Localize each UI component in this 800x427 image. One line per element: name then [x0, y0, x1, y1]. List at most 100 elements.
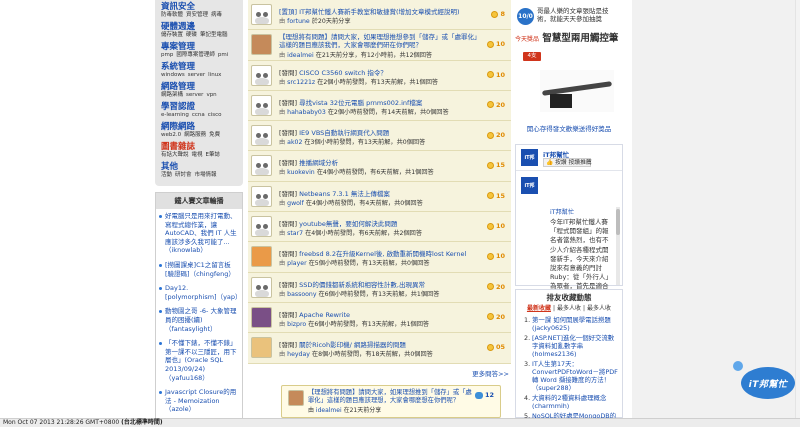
- category-title[interactable]: 專案管理: [161, 42, 239, 52]
- question-author[interactable]: bassoony: [287, 291, 316, 298]
- avatar[interactable]: [251, 64, 272, 86]
- featured-card-author[interactable]: idealmei: [316, 407, 342, 414]
- ithome-mascot[interactable]: iT邦幫忙: [725, 359, 797, 409]
- question-author[interactable]: fortune: [287, 18, 310, 25]
- ranking-text[interactable]: 第一課 如何開展學電話撈題(jacky0625): [532, 316, 618, 332]
- category-sub-link[interactable]: windows: [161, 72, 185, 78]
- fb-page-logo[interactable]: iT邦: [521, 149, 538, 166]
- category-sub-link[interactable]: pmp: [161, 52, 173, 58]
- question-title-text[interactable]: 關於Ricoh影印機/ 網路掃描器的問題: [299, 341, 406, 349]
- category-sub-link[interactable]: 電視: [192, 152, 203, 158]
- question-title[interactable]: [發問] IE9 VBS自動執行網頁代入問題: [279, 127, 479, 137]
- question-author[interactable]: player: [287, 260, 306, 267]
- question-title[interactable]: [發問] Netbeans 7.3.1 無法上傳檔案: [279, 188, 479, 198]
- category-sub-link[interactable]: 免費: [209, 132, 220, 138]
- avatar[interactable]: [251, 34, 272, 56]
- ranking-item[interactable]: 1. 第一課 如何開展學電話撈題(jacky0625): [524, 316, 618, 332]
- category-sub-link[interactable]: server: [186, 92, 203, 98]
- category-title[interactable]: 網路管理: [161, 82, 239, 92]
- fb-post-name[interactable]: iT邦幫忙: [550, 207, 574, 216]
- question-author[interactable]: star7: [287, 230, 303, 237]
- question-author[interactable]: src1221z: [287, 79, 315, 86]
- question-author[interactable]: idealmei: [287, 52, 314, 59]
- question-title-text[interactable]: [置頂] IT邦幫忙鐵人賽新手教室和敏捷賞(增加文章模式經說明): [279, 8, 460, 16]
- question-title[interactable]: [發問] 推播網域分析: [279, 157, 479, 167]
- avatar[interactable]: [251, 185, 272, 207]
- category-sub-link[interactable]: server: [188, 72, 205, 78]
- question-title-text[interactable]: Netbeans 7.3.1 無法上傳檔案: [299, 190, 390, 198]
- question-title-text[interactable]: 推播網域分析: [299, 159, 338, 167]
- ad-top[interactable]: 10/0 哥最人樂的文章張貼是技術，就能天天參加抽獎: [515, 0, 623, 30]
- avatar[interactable]: [251, 94, 272, 116]
- question-title[interactable]: [置頂] IT邦幫忙鐵人賽新手教室和敏捷賞(增加文章模式經說明): [279, 6, 479, 16]
- question-title[interactable]: [發問] Apache Rewrite: [279, 309, 479, 319]
- question-author[interactable]: gwolf: [287, 200, 304, 207]
- question-title[interactable]: [發問] freebsd 8.2在升級Kernel後, 啟動重新開機時lost …: [279, 248, 479, 258]
- tab-most-collected-2[interactable]: 最多人收: [587, 305, 611, 312]
- question-title[interactable]: [發問] 關於Ricoh影印機/ 網路掃描器的問題: [279, 339, 479, 349]
- category-title[interactable]: 資訊安全: [161, 2, 239, 12]
- category-sub-link[interactable]: vpn: [206, 92, 216, 98]
- avatar[interactable]: [251, 276, 272, 298]
- ironman-item[interactable]: 動物園之哥 -6- 大象管理員的困擾(續)（fantasylight）: [159, 307, 239, 333]
- ranking-text[interactable]: IT人生第17天：ConvertPDFtoWord－將PDF 轉 Word 擷接…: [532, 360, 618, 392]
- category-sub-link[interactable]: 網路服務: [184, 132, 206, 138]
- category-sub-link[interactable]: 硬碟: [186, 32, 197, 38]
- category-sub-link[interactable]: 有話大聲說: [161, 152, 189, 158]
- avatar[interactable]: [251, 246, 272, 268]
- question-title[interactable]: [發問] 尋找vista 32位元電腦 prnms002.inf檔案: [279, 97, 479, 107]
- category-sub-link[interactable]: 儲存裝置: [161, 32, 183, 38]
- question-title[interactable]: [發問] SSD的價錢都新系統和相容性計數,出現異常: [279, 279, 479, 289]
- category-title[interactable]: 學習認證: [161, 102, 239, 112]
- category-sub-link[interactable]: E筆誌: [206, 152, 220, 158]
- question-author[interactable]: hahababy03: [287, 109, 326, 116]
- category-sub-link[interactable]: cisco: [208, 112, 222, 118]
- question-title-text[interactable]: 尋找vista 32位元電腦 prnms002.inf檔案: [299, 99, 422, 107]
- ironman-item[interactable]: Day12.[polymorphism]（yap）: [159, 284, 242, 301]
- question-title-text[interactable]: Apache Rewrite: [299, 311, 350, 319]
- question-title-text[interactable]: 【理想將有問題】請問大家，如果理想推想參到「儲存」或「處罪化」這樣的題目應該我們…: [279, 33, 477, 49]
- ranking-text[interactable]: [ASP.NET]進化一個好交流數字資料如亂數字串(holmes2136): [532, 334, 618, 358]
- page-scrollbar[interactable]: [795, 0, 800, 418]
- question-title-text[interactable]: CISCO C3560 switch 指令？: [299, 69, 387, 77]
- avatar[interactable]: [251, 306, 272, 328]
- category-title[interactable]: 硬體週邊: [161, 22, 239, 32]
- category-title[interactable]: 網際網路: [161, 122, 239, 132]
- category-sub-link[interactable]: 筆記型電腦: [200, 32, 228, 38]
- category-title[interactable]: 其他: [161, 162, 239, 172]
- avatar[interactable]: [251, 4, 272, 25]
- question-author[interactable]: ak02: [287, 139, 302, 146]
- category-sub-link[interactable]: 研討會: [175, 172, 192, 178]
- ranking-item[interactable]: 4. 大資料的2種資料處理概念(charmmih): [524, 394, 618, 410]
- category-sub-link[interactable]: 國際專案管理師: [176, 52, 215, 58]
- avatar[interactable]: [251, 125, 272, 147]
- avatar[interactable]: [251, 337, 272, 359]
- question-author[interactable]: bizpro: [287, 321, 306, 328]
- category-sub-link[interactable]: pmi: [218, 52, 228, 58]
- ironman-item[interactable]: 好電腦只是用來打電動、寫程式總作業，讓AutoCAD、我們 IT 人生應該涉多久…: [159, 212, 239, 255]
- category-sub-link[interactable]: e-learning: [161, 112, 189, 118]
- ranking-item[interactable]: 3. IT人生第17天：ConvertPDFtoWord－將PDF 轉 Word …: [524, 360, 618, 392]
- question-title[interactable]: [發問] CISCO C3560 switch 指令？: [279, 67, 479, 77]
- category-sub-link[interactable]: linux: [208, 72, 221, 78]
- category-sub-link[interactable]: ccna: [192, 112, 205, 118]
- ironman-item[interactable]: 「不懂下錶，不懂不錶」第一課不以三隱匠，用下層也」(Oracle SQL 201…: [159, 339, 239, 382]
- ranking-text[interactable]: 大資料的2種資料處理概念(charmmih): [532, 394, 618, 410]
- tab-most-collected[interactable]: 最多人收: [557, 305, 581, 312]
- ironman-item[interactable]: Javascript Closure的用法 - Memoization（azol…: [159, 388, 239, 414]
- tab-latest[interactable]: 最新收藏: [527, 305, 551, 312]
- question-title-text[interactable]: youtube無聲，要如何解決此問題: [299, 220, 397, 228]
- category-sub-link[interactable]: web2.0: [161, 132, 181, 138]
- prize-caption[interactable]: 開心存得發文歡樂送得好獎品: [515, 123, 623, 133]
- category-title[interactable]: 系統管理: [161, 62, 239, 72]
- fb-post-logo[interactable]: iT邦: [521, 177, 538, 194]
- category-sub-link[interactable]: 市場情報: [195, 172, 217, 178]
- question-title[interactable]: 【理想將有問題】請問大家，如果理想推想參到「儲存」或「處罪化」這樣的題目應該我們…: [279, 33, 479, 49]
- question-author[interactable]: kuokevin: [287, 169, 315, 176]
- category-sub-link[interactable]: 網路架構: [161, 92, 183, 98]
- category-sub-link[interactable]: 防毒軟體: [161, 12, 183, 18]
- question-title-text[interactable]: IE9 VBS自動執行網頁代入問題: [299, 129, 389, 137]
- prize-ad[interactable]: 今天獎品 智慧型兩用觸控筆 4支 開心存得發文歡樂送得好獎品: [515, 30, 623, 133]
- more-questions-link[interactable]: 更多問答>>: [472, 368, 509, 378]
- question-title[interactable]: [發問] youtube無聲，要如何解決此問題: [279, 218, 479, 228]
